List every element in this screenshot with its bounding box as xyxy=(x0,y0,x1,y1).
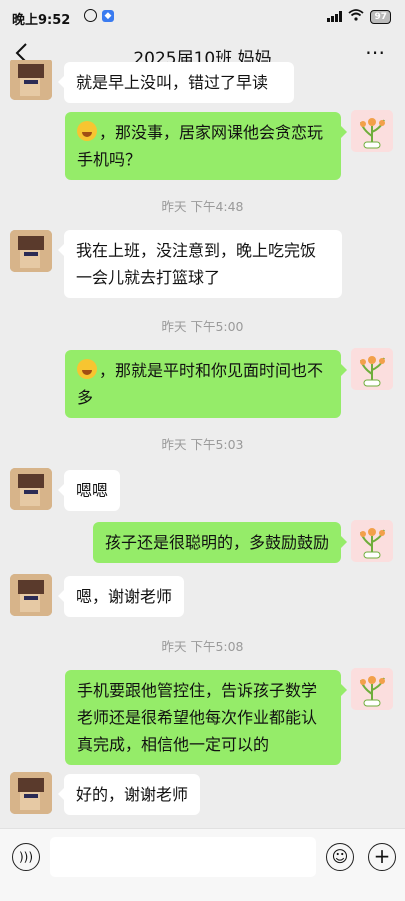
message-bubble-outgoing[interactable]: ，那就是平时和你见面时间也不多 xyxy=(65,350,347,418)
message-bubble-incoming[interactable]: 就是早上没叫，错过了早读 xyxy=(58,62,294,103)
message-text: 就是早上没叫，错过了早读 xyxy=(76,73,269,92)
message-bubble-incoming[interactable]: 嗯，谢谢老师 xyxy=(57,576,185,617)
message-bubble-outgoing[interactable]: 手机要跟他管控住，告诉孩子数学老师还是很希望他每次作业都能认真完成，相信他一定可… xyxy=(65,670,347,765)
chat-input-bar: ))) ☺ + xyxy=(0,828,405,901)
message-bubble-outgoing[interactable]: 孩子还是很聪明的，多鼓励鼓励 xyxy=(92,522,348,563)
timestamp: 昨天 下午5:03 xyxy=(161,437,244,452)
contact-avatar[interactable] xyxy=(10,772,52,814)
message-text: 我在上班，没注意到，晚上吃完饭一会儿就去打篮球了 xyxy=(76,241,317,287)
contact-avatar[interactable] xyxy=(10,468,52,510)
app-notification-icon: ◆ xyxy=(102,9,114,22)
status-right-icons: 97 xyxy=(327,9,391,24)
message-bubble-outgoing[interactable]: ，那没事，居家网课他会贪恋玩手机吗？ xyxy=(65,112,347,180)
plus-icon[interactable]: + xyxy=(368,843,396,871)
wifi-icon xyxy=(348,9,365,24)
message-text: 手机要跟他管控住，告诉孩子数学老师还是很希望他每次作业都能认真完成，相信他一定可… xyxy=(77,681,318,754)
status-bar: 晚上9:52 ◆ 97 xyxy=(0,0,405,34)
message-text: 嗯，谢谢老师 xyxy=(76,587,173,606)
contact-avatar[interactable] xyxy=(10,574,52,616)
timestamp: 昨天 下午4:48 xyxy=(161,199,244,214)
grin-emoji-icon xyxy=(77,359,97,379)
message-input[interactable] xyxy=(50,837,316,877)
battery-icon: 97 xyxy=(370,9,391,24)
chat-message-list[interactable]: 就是早上没叫，错过了早读 ，那没事，居家网课他会贪恋玩手机吗？ 昨天 下午4:4… xyxy=(0,60,405,828)
timestamp: 昨天 下午5:00 xyxy=(161,319,244,334)
status-left-icons: ◆ xyxy=(84,9,114,22)
timestamp: 昨天 下午5:08 xyxy=(161,639,244,654)
status-time: 晚上9:52 xyxy=(12,13,71,28)
user-avatar[interactable] xyxy=(351,520,393,562)
contact-avatar[interactable] xyxy=(10,230,52,272)
signal-icon xyxy=(327,11,343,22)
grin-emoji-icon xyxy=(77,121,97,141)
alarm-icon xyxy=(84,9,97,22)
message-text: 好的，谢谢老师 xyxy=(76,785,189,804)
message-text: ，那就是平时和你见面时间也不多 xyxy=(77,361,324,407)
message-text: 嗯嗯 xyxy=(76,481,109,500)
message-bubble-incoming[interactable]: 嗯嗯 xyxy=(57,470,121,511)
contact-avatar[interactable] xyxy=(10,60,52,100)
message-text: 孩子还是很聪明的，多鼓励鼓励 xyxy=(104,533,329,552)
message-bubble-incoming[interactable]: 好的，谢谢老师 xyxy=(57,774,201,815)
message-bubble-incoming[interactable]: 我在上班，没注意到，晚上吃完饭一会儿就去打篮球了 xyxy=(58,230,342,298)
emoji-icon[interactable]: ☺ xyxy=(326,843,354,871)
voice-input-icon[interactable]: ))) xyxy=(12,843,40,871)
user-avatar[interactable] xyxy=(351,348,393,390)
user-avatar[interactable] xyxy=(351,110,393,152)
user-avatar[interactable] xyxy=(351,668,393,710)
message-text: ，那没事，居家网课他会贪恋玩手机吗？ xyxy=(77,123,324,169)
